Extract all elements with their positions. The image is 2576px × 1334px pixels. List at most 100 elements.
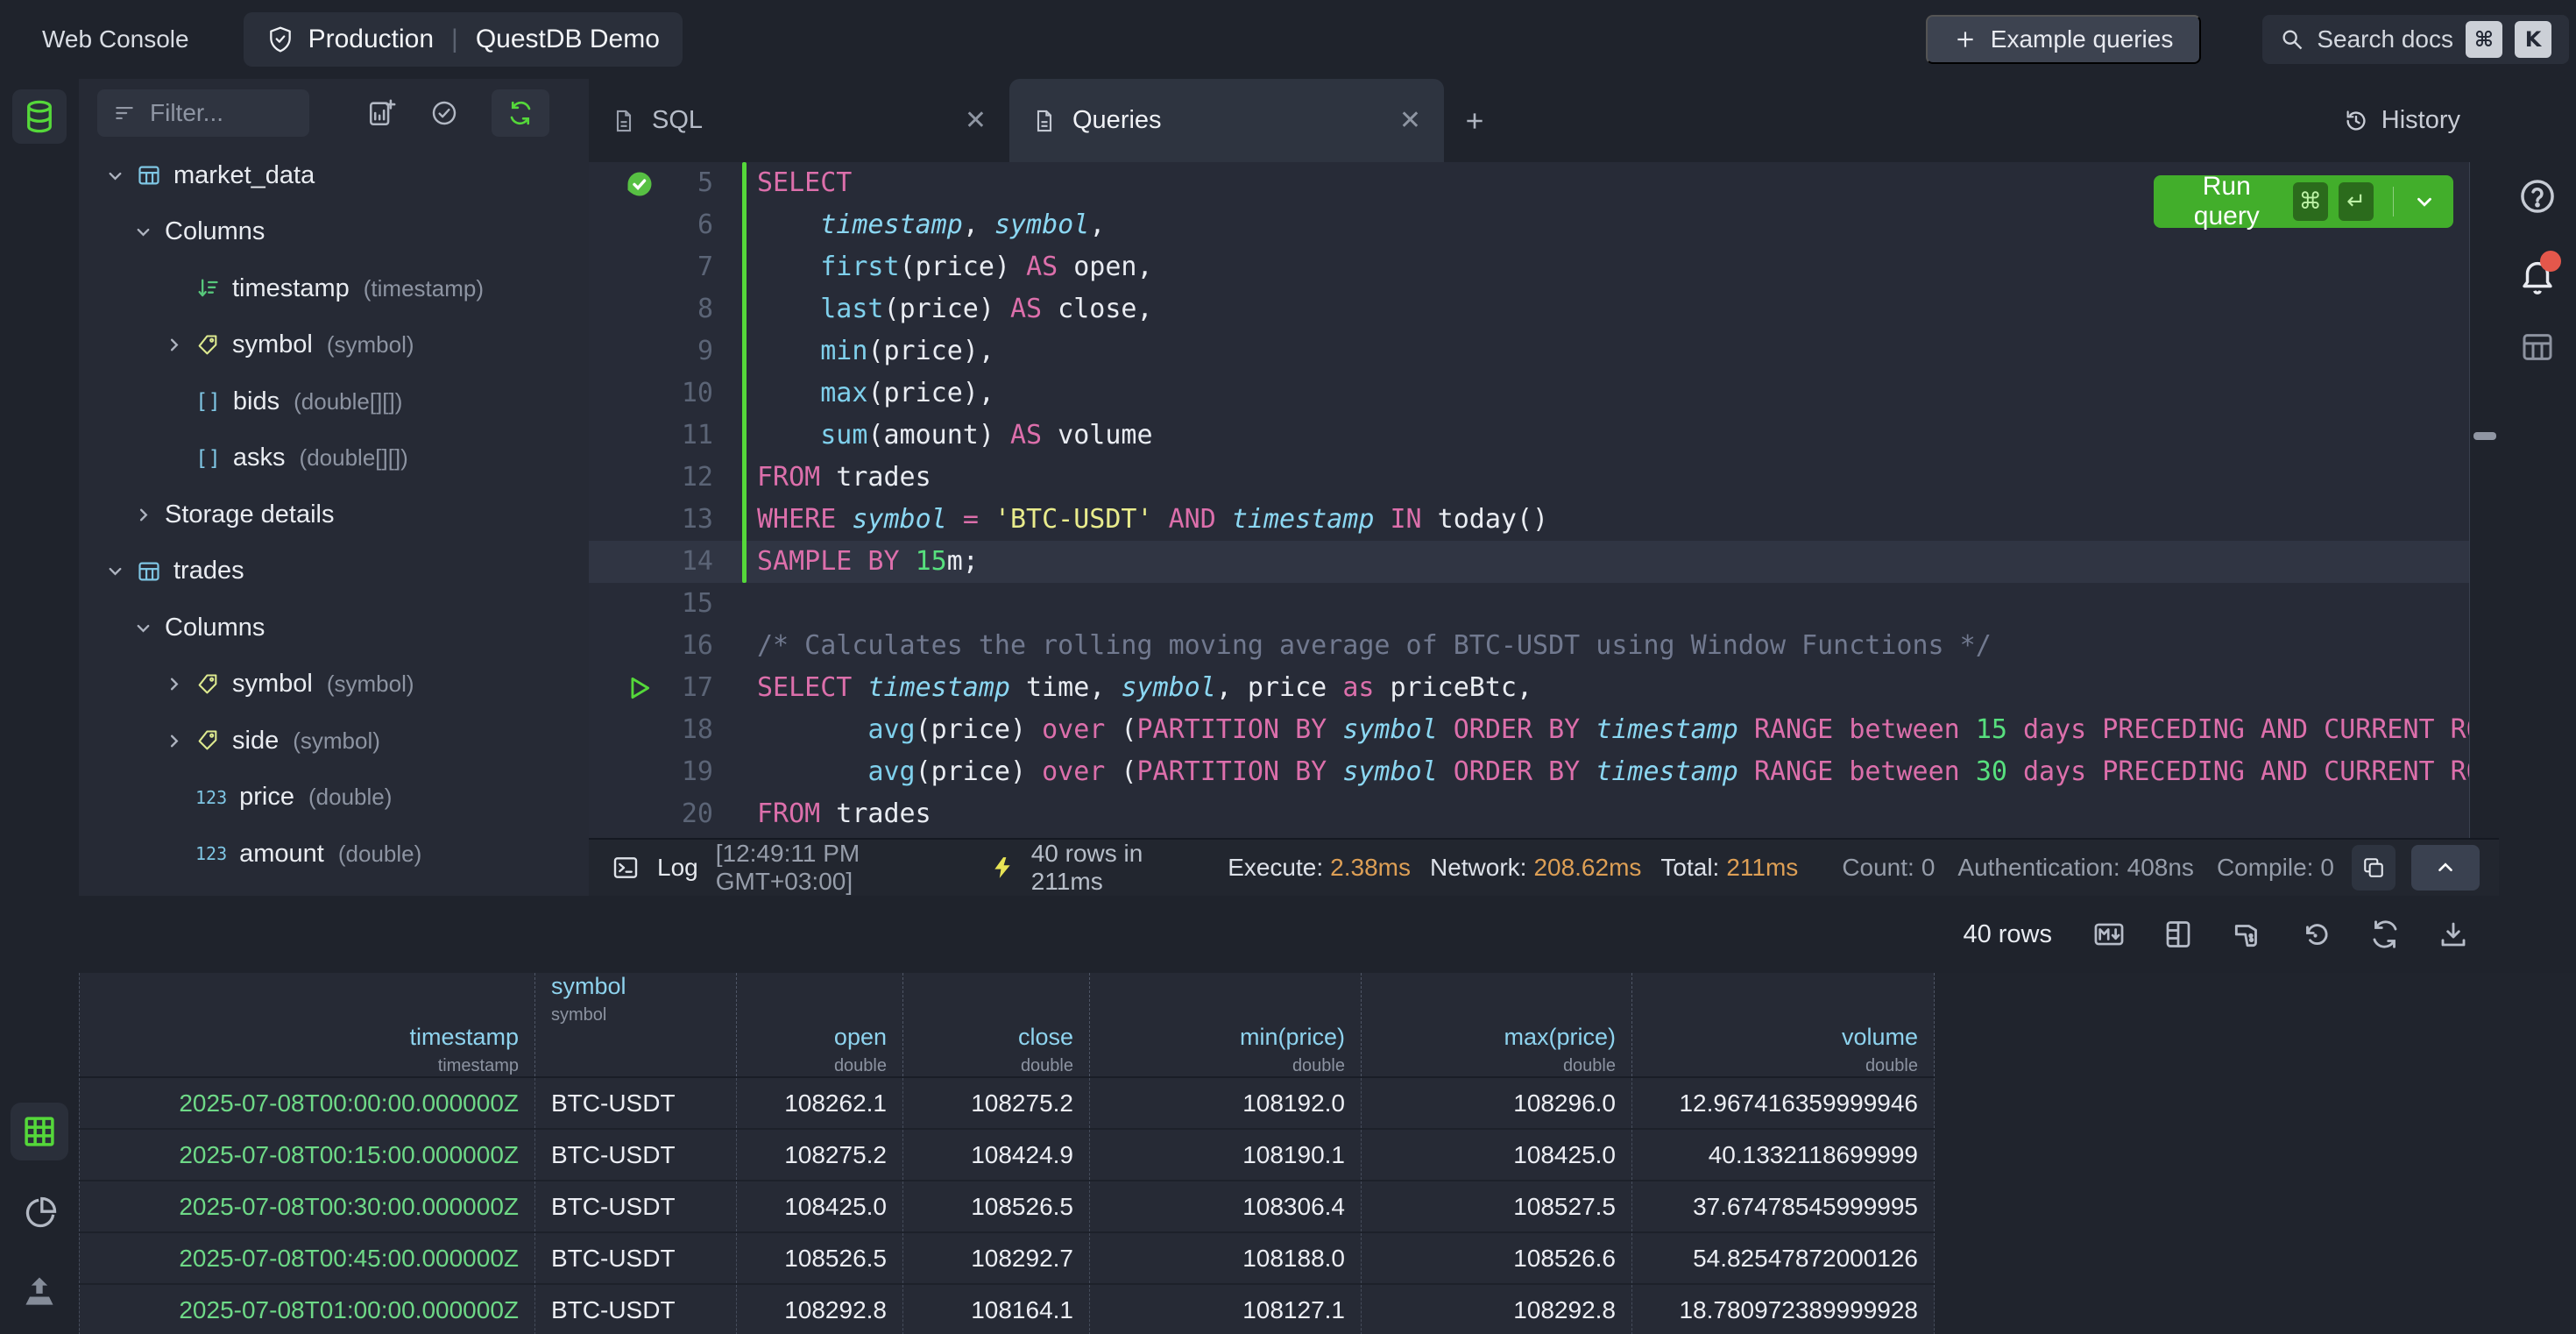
chevron-right-icon[interactable] — [164, 674, 184, 694]
tree-item-Columns[interactable]: Columns — [79, 204, 589, 261]
tree-expander[interactable] — [164, 731, 195, 751]
tree-expander[interactable] — [133, 618, 165, 638]
refresh-results-icon[interactable] — [2369, 919, 2401, 950]
log-summary: 40 rows in 211ms — [1031, 840, 1201, 896]
editor-scrollbar[interactable] — [2469, 162, 2499, 838]
data-tools-icon[interactable] — [2231, 918, 2264, 951]
questdb-logo[interactable] — [12, 89, 67, 144]
tree-expander[interactable] — [164, 335, 195, 355]
instance-pill[interactable]: Production | QuestDB Demo — [244, 12, 683, 67]
help-button[interactable] — [2499, 177, 2576, 216]
history-button[interactable]: History — [2343, 79, 2499, 162]
cell-min(price): 108127.1 — [1090, 1285, 1362, 1334]
chevron-right-icon[interactable] — [164, 335, 184, 355]
cell-min(price): 108192.0 — [1090, 1078, 1362, 1128]
code-line-12[interactable]: 12FROM trades — [589, 457, 2469, 499]
sql-editor[interactable]: 5SELECT 6 timestamp, symbol, 7 first(pri… — [589, 162, 2469, 838]
grid-header-symbol[interactable]: symbol symbol — [535, 973, 737, 1076]
grid-view-button[interactable] — [11, 1103, 68, 1160]
code-line-8[interactable]: 8 last(price) AS close, — [589, 288, 2469, 330]
tree-item-bids[interactable]: [] bids (double[][]) — [79, 373, 589, 430]
tree-item-symbol[interactable]: symbol (symbol) — [79, 317, 589, 374]
check-circle-icon[interactable] — [430, 99, 458, 127]
tree-item-label: symbol — [232, 670, 313, 699]
code-line-19[interactable]: 19 avg(price) over (PARTITION BY symbol … — [589, 751, 2469, 793]
scrollbar-thumb[interactable] — [2473, 432, 2496, 440]
code-line-15[interactable]: 15 — [589, 583, 2469, 625]
table-row[interactable]: 2025-07-08T00:45:00.000000ZBTC-USDT10852… — [79, 1233, 1935, 1285]
table-row[interactable]: 2025-07-08T00:30:00.000000ZBTC-USDT10842… — [79, 1181, 1935, 1233]
columns-layout-icon[interactable] — [2162, 919, 2194, 950]
code-line-10[interactable]: 10 max(price), — [589, 373, 2469, 415]
code-line-17[interactable]: 17SELECT timestamp time, symbol, price a… — [589, 667, 2469, 709]
tree-item-side[interactable]: side (symbol) — [79, 713, 589, 770]
tree-item-label: trades — [173, 557, 244, 585]
code-line-14[interactable]: 14SAMPLE BY 15m; — [589, 541, 2469, 583]
run-line-play-icon[interactable] — [624, 673, 655, 705]
copy-log-button[interactable] — [2352, 845, 2396, 891]
collapse-log-button[interactable] — [2411, 845, 2480, 891]
tree-item-Storage details[interactable]: Storage details — [79, 486, 589, 543]
query-success-icon[interactable] — [624, 168, 655, 200]
tree-item-asks[interactable]: [] asks (double[][]) — [79, 430, 589, 487]
layout-panel-button[interactable] — [2499, 330, 2576, 365]
code-line-20[interactable]: 20FROM trades — [589, 793, 2469, 835]
code-line-9[interactable]: 9 min(price), — [589, 330, 2469, 373]
tree-item-label: timestamp — [232, 274, 350, 303]
chevron-down-icon[interactable] — [133, 618, 153, 638]
grid-header-close[interactable]: close double — [903, 973, 1090, 1076]
chevron-down-icon[interactable] — [2413, 190, 2436, 213]
tree-expander[interactable] — [164, 674, 195, 694]
table-row[interactable]: 2025-07-08T01:00:00.000000ZBTC-USDT10829… — [79, 1285, 1935, 1334]
tree-expander[interactable] — [105, 166, 137, 186]
download-csv-icon[interactable] — [2438, 919, 2469, 950]
tree-expander[interactable] — [133, 222, 165, 242]
tree-item-Columns[interactable]: Columns — [79, 600, 589, 656]
add-tab-button[interactable] — [1444, 79, 1505, 162]
tab-sql[interactable]: SQL ✕ — [589, 79, 1009, 162]
grid-header-volume[interactable]: volume double — [1632, 973, 1935, 1076]
tree-item-trades[interactable]: trades — [79, 543, 589, 600]
filter-input[interactable]: Filter... — [97, 89, 309, 137]
tree-item-price[interactable]: 123 price (double) — [79, 770, 589, 827]
code-line-13[interactable]: 13WHERE symbol = 'BTC-USDT' AND timestam… — [589, 499, 2469, 541]
code-line-18[interactable]: 18 avg(price) over (PARTITION BY symbol … — [589, 709, 2469, 751]
example-queries-button[interactable]: Example queries — [1926, 15, 2202, 64]
tree-item-timestamp[interactable]: timestamp (timestamp) — [79, 883, 589, 897]
tree-item-market_data[interactable]: market_data — [79, 147, 589, 204]
grid-header-max(price)[interactable]: max(price) double — [1362, 973, 1632, 1076]
grid-header-open[interactable]: open double — [737, 973, 903, 1076]
tab-queries[interactable]: Queries ✕ — [1009, 79, 1444, 162]
notifications-button[interactable] — [2499, 256, 2576, 296]
chevron-right-icon[interactable] — [133, 505, 153, 525]
tree-expander[interactable] — [105, 561, 137, 581]
chart-view-button[interactable] — [21, 1194, 60, 1232]
chevron-down-icon[interactable] — [105, 561, 125, 581]
code-line-11[interactable]: 11 sum(amount) AS volume — [589, 415, 2469, 457]
import-button[interactable] — [20, 1273, 59, 1311]
chevron-down-icon[interactable] — [105, 166, 125, 186]
tree-item-amount[interactable]: 123 amount (double) — [79, 826, 589, 883]
undo-history-icon[interactable] — [2301, 919, 2332, 950]
tree-expander[interactable] — [133, 505, 165, 525]
tree-item-timestamp[interactable]: timestamp (timestamp) — [79, 260, 589, 317]
cell-volume: 40.1332118699999 — [1632, 1130, 1935, 1180]
table-row[interactable]: 2025-07-08T00:15:00.000000ZBTC-USDT10827… — [79, 1130, 1935, 1181]
code-line-7[interactable]: 7 first(price) AS open, — [589, 246, 2469, 288]
table-row[interactable]: 2025-07-08T00:00:00.000000ZBTC-USDT10826… — [79, 1078, 1935, 1130]
grid-header-timestamp[interactable]: timestamp timestamp — [79, 973, 535, 1076]
tree-item-symbol[interactable]: symbol (symbol) — [79, 656, 589, 713]
code-line-16[interactable]: 16/* Calculates the rolling moving avera… — [589, 625, 2469, 667]
close-tab-icon[interactable]: ✕ — [1399, 105, 1421, 136]
chevron-right-icon[interactable] — [164, 731, 184, 751]
add-metrics-icon[interactable] — [367, 98, 397, 128]
run-query-button[interactable]: Run query ⌘ ↵ — [2154, 175, 2453, 228]
log-label[interactable]: Log — [657, 854, 698, 882]
chevron-down-icon[interactable] — [133, 222, 153, 242]
cell-max(price): 108292.8 — [1362, 1285, 1632, 1334]
refresh-schema-button[interactable] — [492, 89, 549, 137]
search-docs-button[interactable]: Search docs ⌘ K — [2262, 15, 2569, 64]
grid-header-min(price)[interactable]: min(price) double — [1090, 973, 1362, 1076]
close-tab-icon[interactable]: ✕ — [965, 105, 987, 136]
markdown-export-icon[interactable] — [2092, 918, 2126, 951]
